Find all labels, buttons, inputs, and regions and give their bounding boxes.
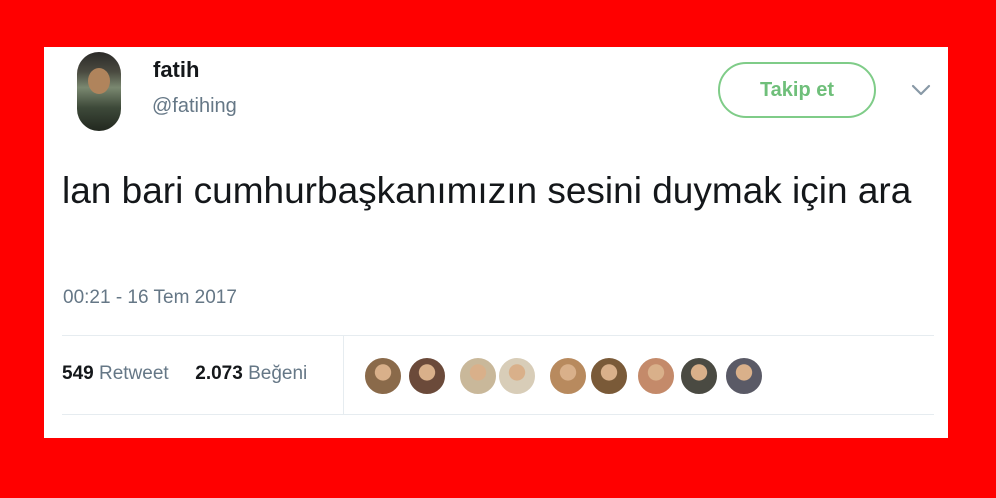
tweet-text: lan bari cumhurbaşkanımızın sesini duyma… (62, 170, 912, 211)
retweet-label: Retweet (98, 363, 169, 384)
retweet-count: 549 (62, 363, 94, 384)
divider (62, 335, 934, 336)
user-handle[interactable]: @fatihing (152, 95, 237, 118)
liker-avatar[interactable] (637, 357, 675, 395)
liker-avatar[interactable] (459, 357, 497, 395)
retweet-stat[interactable]: 549 Retweet (62, 363, 174, 384)
follow-button[interactable]: Takip et (718, 62, 876, 118)
user-display-name[interactable]: fatih (153, 57, 199, 83)
liker-avatar[interactable] (364, 357, 402, 395)
liker-avatar[interactable] (680, 357, 718, 395)
like-count: 2.073 (195, 363, 243, 384)
tweet-timestamp[interactable]: 00:21 - 16 Tem 2017 (63, 287, 237, 309)
divider (62, 414, 934, 415)
tweet-card: fatih @fatihing Takip et lan bari cumhur… (44, 47, 948, 438)
liker-avatar[interactable] (549, 357, 587, 395)
avatar-face (88, 68, 110, 94)
liker-avatar[interactable] (498, 357, 536, 395)
liker-avatar[interactable] (408, 357, 446, 395)
like-label: Beğeni (248, 363, 308, 384)
divider (343, 336, 344, 414)
chevron-down-icon[interactable] (910, 83, 932, 97)
tweet-stats: 549 Retweet 2.073 Beğeni (62, 363, 307, 385)
user-avatar[interactable] (77, 52, 121, 131)
liker-avatar[interactable] (590, 357, 628, 395)
liker-avatar[interactable] (725, 357, 763, 395)
like-stat[interactable]: 2.073 Beğeni (190, 363, 307, 384)
